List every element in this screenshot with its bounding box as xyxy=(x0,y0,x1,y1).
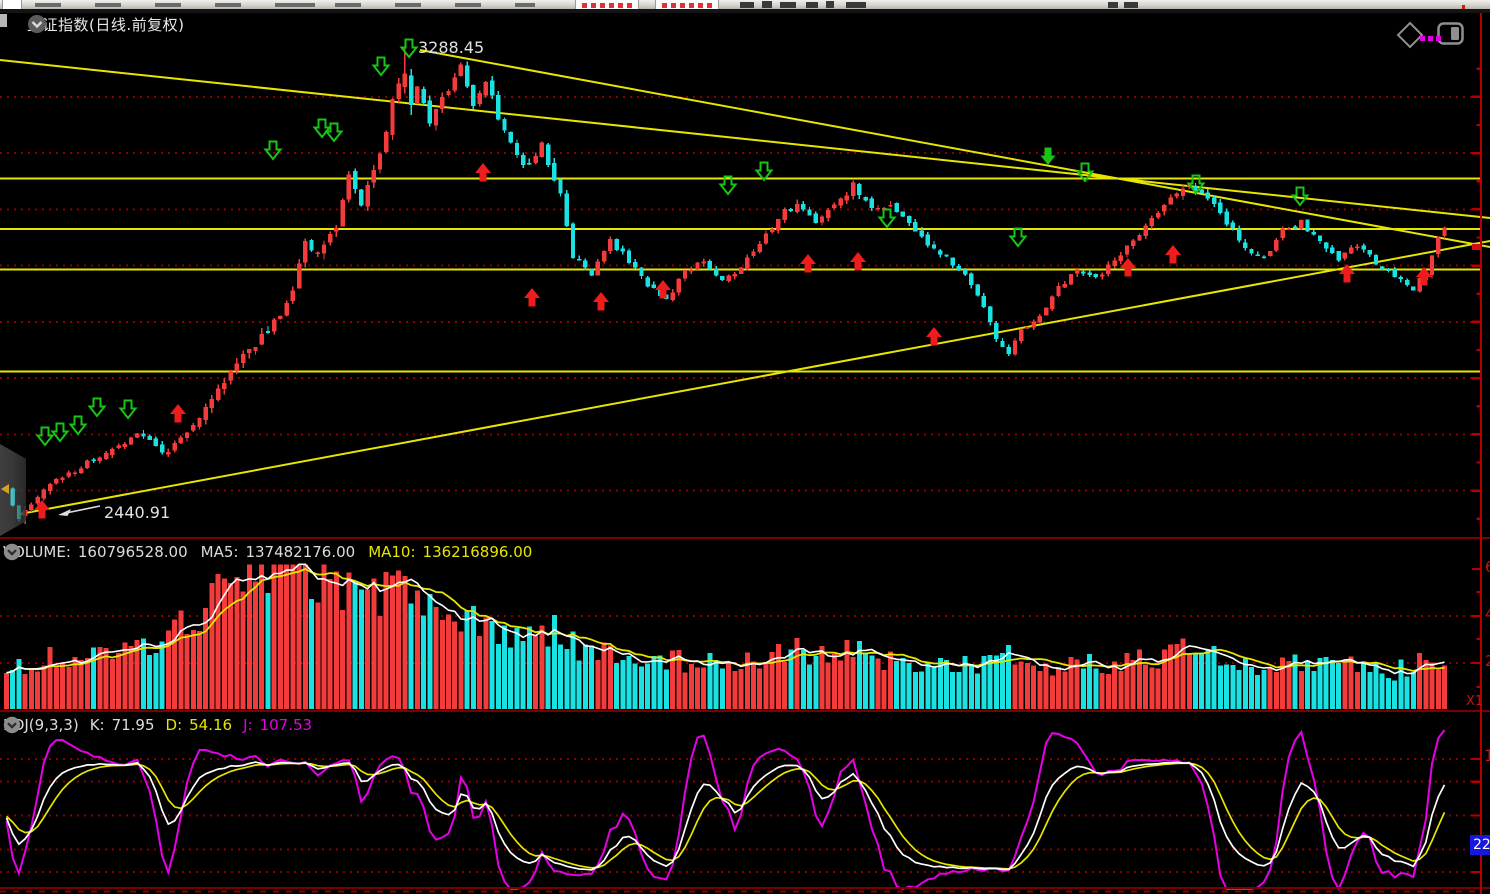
collapse-main-chevron-icon[interactable] xyxy=(27,14,47,34)
menu-bar-divider xyxy=(0,9,1490,13)
kdj-d-value: 54.16 xyxy=(189,716,232,734)
kdj-k-label: K: xyxy=(90,716,105,734)
volume-axis-label-40: 4 xyxy=(1485,605,1490,623)
fold-arrow-icon xyxy=(1,484,9,494)
menu-red-button-1[interactable] xyxy=(575,0,639,9)
volume-unit-label: X1 xyxy=(1466,694,1483,709)
volume-value: 160796528.00 xyxy=(78,543,188,561)
main-chart-pane[interactable] xyxy=(0,13,1480,538)
collapse-kdj-chevron-icon[interactable] xyxy=(3,716,21,734)
kdj-axis-label-100: 1 xyxy=(1484,746,1490,765)
volume-ma10-label: MA10: xyxy=(368,543,415,561)
kdj-pane[interactable] xyxy=(0,713,1480,888)
low-price-label: 2440.91 xyxy=(104,503,170,522)
volume-ma5-value: 137482176.00 xyxy=(245,543,355,561)
kdj-latest-value-badge: 22 xyxy=(1470,835,1490,855)
menu-leftmost-button[interactable] xyxy=(2,0,22,9)
menu-red-button-2[interactable] xyxy=(655,0,719,9)
volume-ma10-value: 136216896.00 xyxy=(423,543,533,561)
panel-gripper[interactable] xyxy=(0,14,7,27)
left-edge-fold-overlay[interactable] xyxy=(0,444,26,536)
collapse-volume-chevron-icon[interactable] xyxy=(3,543,21,561)
kdj-d-label: D: xyxy=(166,716,183,734)
trading-app-window: { "main": { "title": "上证指数(日线.前复权)", "hi… xyxy=(0,0,1490,894)
kdj-j-label: J: xyxy=(243,716,252,734)
volume-ma5-label: MA5: xyxy=(201,543,239,561)
kdj-k-value: 71.95 xyxy=(112,716,155,734)
volume-pane[interactable] xyxy=(0,540,1480,710)
menu-bar[interactable] xyxy=(0,0,1490,9)
kdj-j-value: 107.53 xyxy=(260,716,313,734)
volume-axis-label-20: 2 xyxy=(1485,652,1490,670)
volume-axis-label-60: 6 xyxy=(1485,558,1490,576)
chart-title: 上证指数(日线.前复权) xyxy=(27,14,184,35)
peak-price-label: 3288.45 xyxy=(418,38,484,57)
